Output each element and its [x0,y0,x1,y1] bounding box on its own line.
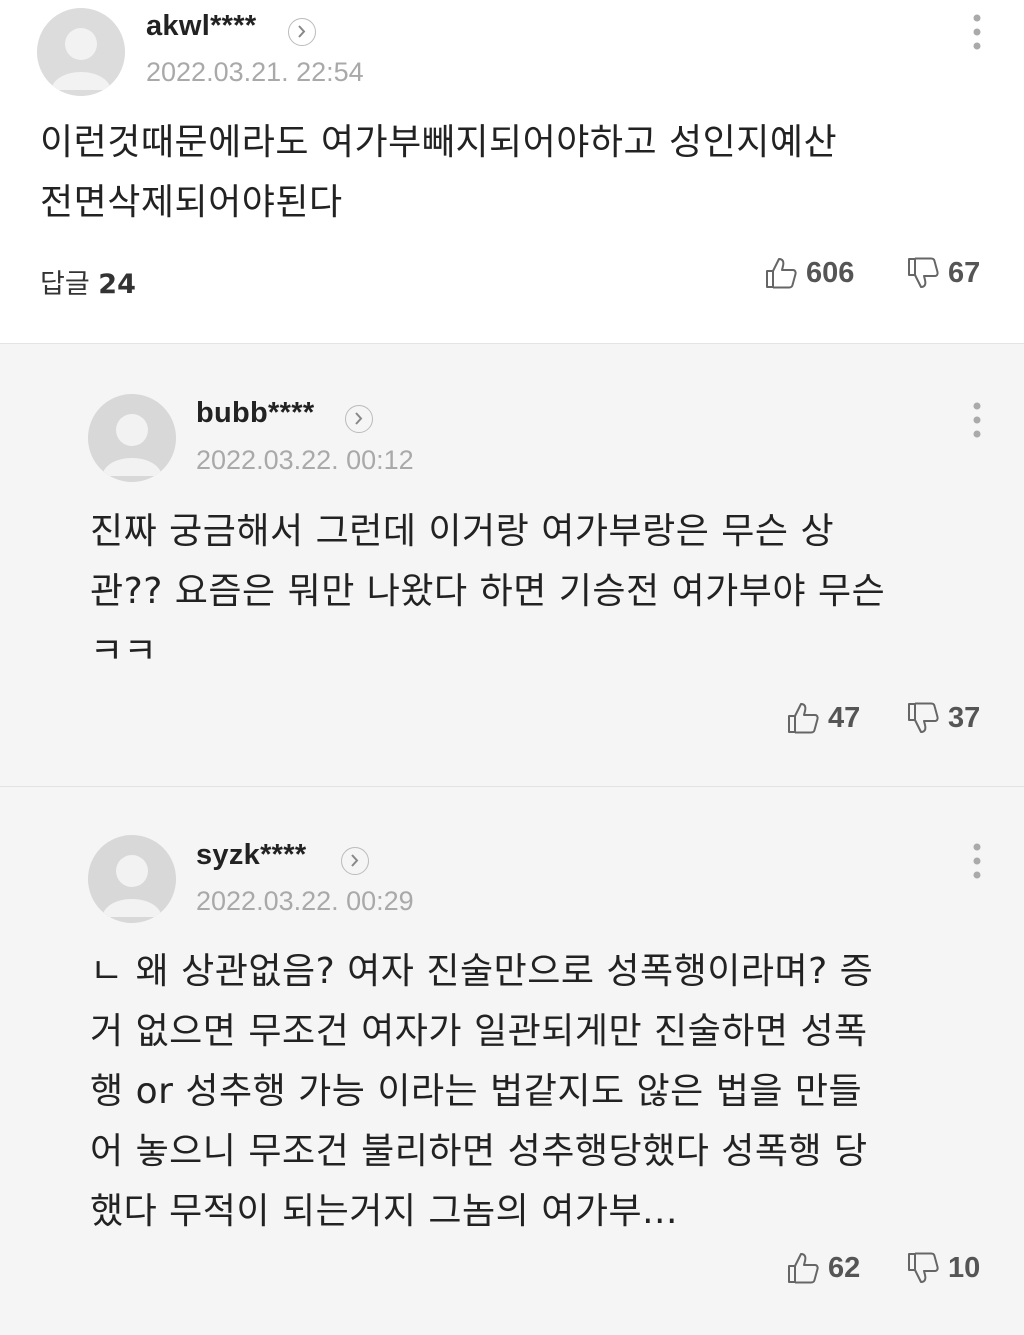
more-vertical-icon[interactable] [972,400,982,440]
reply-count: 24 [98,269,136,300]
chevron-right-icon[interactable] [345,405,373,433]
dislike-count: 67 [948,256,981,289]
avatar[interactable] [88,835,176,923]
reply-text: 진짜 궁금해서 그런데 이거랑 여가부랑은 무슨 상 관?? 요즘은 뭐만 나왔… [90,511,886,672]
thumbs-down-icon [908,1252,939,1283]
thumbs-up-icon [788,1253,819,1284]
dislike-button[interactable]: 67 [906,256,980,290]
reply-username[interactable]: bubb**** [196,397,314,430]
like-button[interactable]: 47 [786,701,860,735]
avatar[interactable] [88,394,176,482]
reply-list: bubb**** 2022.03.22. 00:12 진짜 궁금해서 그런데 이… [0,343,1024,1335]
comment-text: 이런것때문에라도 여가부빼지되어야하고 성인지예산 전면삭제되어야된다 [40,122,838,223]
thumbs-up-icon [788,703,819,734]
more-vertical-icon[interactable] [972,12,982,52]
comment-item: akwl**** 2022.03.21. 22:54 이런것때문에라도 여가부빼… [0,0,1024,343]
reply-label: 답글 [40,269,90,300]
dislike-count: 37 [948,701,981,734]
reply-username[interactable]: syzk**** [196,839,306,872]
default-avatar-icon [88,835,176,923]
like-count: 62 [828,1251,861,1284]
comment-username[interactable]: akwl**** [146,10,256,43]
reply-item: syzk**** 2022.03.22. 00:29 ㄴ 왜 상관없음? 여자 … [0,787,1024,1335]
avatar[interactable] [37,8,125,96]
dislike-count: 10 [948,1251,981,1284]
dislike-button[interactable]: 37 [906,701,980,735]
reply-date: 2022.03.22. 00:12 [196,445,414,475]
reply-item: bubb**** 2022.03.22. 00:12 진짜 궁금해서 그런데 이… [0,344,1024,787]
default-avatar-icon [37,8,125,96]
like-count: 47 [828,701,861,734]
reply-text: ㄴ 왜 상관없음? 여자 진술만으로 성폭행이라며? 증 거 없으면 무조건 여… [90,951,874,1232]
like-count: 606 [806,256,855,289]
thumbs-down-icon [908,257,939,288]
comment-date: 2022.03.21. 22:54 [146,57,364,87]
like-button[interactable]: 62 [786,1251,860,1285]
chevron-right-icon[interactable] [341,847,369,875]
default-avatar-icon [88,394,176,482]
reply-count-button[interactable]: 답글 24 [40,262,136,301]
thumbs-down-icon [908,702,939,733]
reply-date: 2022.03.22. 00:29 [196,886,414,916]
like-button[interactable]: 606 [764,256,854,290]
dislike-button[interactable]: 10 [906,1251,980,1285]
chevron-right-icon[interactable] [288,18,316,46]
more-vertical-icon[interactable] [972,841,982,881]
thumbs-up-icon [766,258,797,289]
